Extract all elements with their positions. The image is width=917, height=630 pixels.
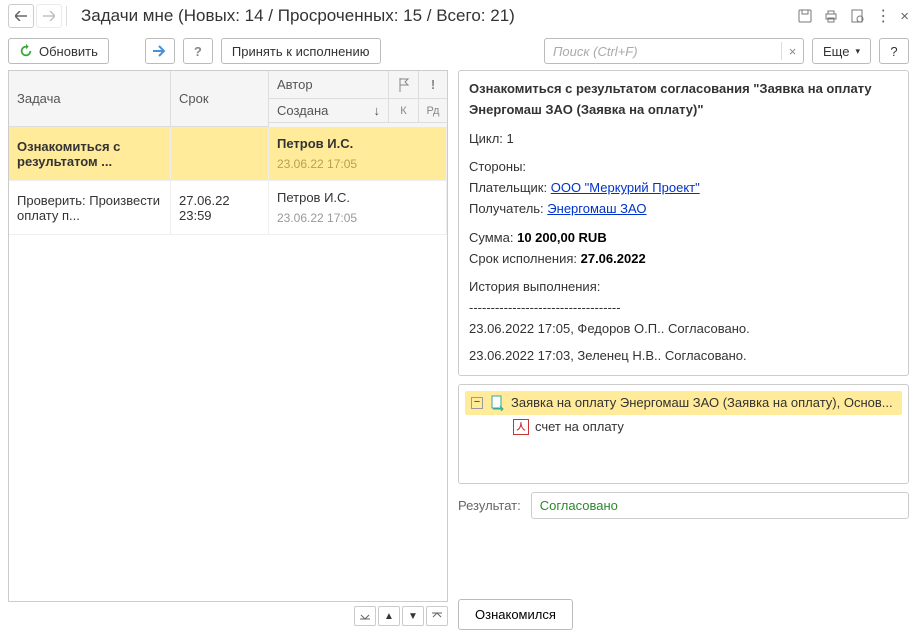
more-label: Еще xyxy=(823,44,849,59)
sum-label: Сумма: xyxy=(469,230,513,245)
result-label: Результат: xyxy=(458,498,521,513)
tree-root-row[interactable]: − Заявка на оплату Энергомаш ЗАО (Заявка… xyxy=(465,391,902,415)
due-value: 27.06.2022 xyxy=(581,251,646,266)
recipient-link[interactable]: Энергомаш ЗАО xyxy=(547,201,646,216)
recipient-label: Получатель: xyxy=(469,201,544,216)
search-input[interactable] xyxy=(549,44,781,59)
sum-value: 10 200,00 RUB xyxy=(517,230,607,245)
tree-child-row[interactable]: 人 счет на оплату xyxy=(465,415,902,439)
acknowledge-button[interactable]: Ознакомился xyxy=(458,599,573,630)
col-created-header[interactable]: Создана ↓ xyxy=(269,99,389,123)
close-icon[interactable]: × xyxy=(900,8,909,25)
back-button[interactable] xyxy=(8,4,34,28)
table-down-button[interactable]: ▼ xyxy=(402,606,424,626)
created-cell: 23.06.22 17:05 xyxy=(277,157,438,171)
author-cell: Петров И.С. xyxy=(277,190,438,205)
exclamation-icon: ! xyxy=(431,77,435,92)
col-rd-header[interactable]: Рд xyxy=(419,99,447,123)
task-table-body: Ознакомиться с результатом ... Петров И.… xyxy=(9,127,447,601)
col-importance-header[interactable]: ! xyxy=(419,71,447,99)
col-flag-header[interactable] xyxy=(389,71,419,99)
result-value: Согласовано xyxy=(531,492,909,519)
acknowledge-label: Ознакомился xyxy=(475,607,556,622)
cycle-label: Цикл: xyxy=(469,131,503,146)
table-row[interactable]: Ознакомиться с результатом ... Петров И.… xyxy=(9,127,447,181)
page-title: Задачи мне (Новых: 14 / Просроченных: 15… xyxy=(81,6,515,26)
kebab-menu-icon[interactable]: ⋮ xyxy=(875,6,890,26)
cycle-value: 1 xyxy=(507,131,514,146)
forward-button[interactable] xyxy=(36,4,62,28)
task-table: Задача Срок Автор ! xyxy=(8,70,448,602)
history-entry: 23.06.2022 17:05, Федоров О.П.. Согласов… xyxy=(469,319,898,340)
accept-label: Принять к исполнению xyxy=(232,44,370,59)
parties-label: Стороны: xyxy=(469,157,898,178)
chevron-down-icon: ▾ xyxy=(855,46,860,57)
history-entry: 23.06.2022 17:03, Зеленец Н.В.. Согласов… xyxy=(469,346,898,367)
report-icon[interactable] xyxy=(849,8,865,24)
author-cell: Петров И.С. xyxy=(277,136,438,151)
forward-task-button[interactable] xyxy=(145,38,175,64)
refresh-label: Обновить xyxy=(39,44,98,59)
created-cell: 23.06.22 17:05 xyxy=(277,211,438,225)
search-clear-button[interactable]: × xyxy=(781,42,799,60)
refresh-button[interactable]: Обновить xyxy=(8,38,109,64)
table-row[interactable]: Проверить: Произвести оплату п... 27.06.… xyxy=(9,181,447,235)
nav-separator xyxy=(66,6,67,26)
tree-root-label: Заявка на оплату Энергомаш ЗАО (Заявка н… xyxy=(511,395,893,410)
print-icon[interactable] xyxy=(823,8,839,24)
col-k-header[interactable]: К xyxy=(389,99,419,123)
history-label: История выполнения: xyxy=(469,277,898,298)
accept-button[interactable]: Принять к исполнению xyxy=(221,38,381,64)
col-task-header[interactable]: Задача xyxy=(9,71,171,127)
question-button[interactable]: ? xyxy=(183,38,213,64)
payer-link[interactable]: ООО "Меркурий Проект" xyxy=(551,180,700,195)
date-cell xyxy=(171,127,269,180)
detail-title: Ознакомиться с результатом согласования … xyxy=(469,79,898,121)
tree-collapse-button[interactable]: − xyxy=(471,397,483,409)
payer-label: Плательщик: xyxy=(469,180,547,195)
more-button[interactable]: Еще ▾ xyxy=(812,38,871,64)
history-separator: ----------------------------------- xyxy=(469,298,898,319)
help-button[interactable]: ? xyxy=(879,38,909,64)
sort-asc-icon: ↓ xyxy=(374,103,381,118)
table-up-button[interactable]: ▲ xyxy=(378,606,400,626)
document-arrow-icon xyxy=(489,395,505,411)
help-label: ? xyxy=(890,44,897,59)
pdf-icon: 人 xyxy=(513,419,529,435)
flag-icon xyxy=(398,78,410,92)
task-detail-panel: Ознакомиться с результатом согласования … xyxy=(458,70,909,376)
refresh-icon xyxy=(19,44,33,58)
save-icon[interactable] xyxy=(797,8,813,24)
table-last-button[interactable] xyxy=(426,606,448,626)
col-date-header[interactable]: Срок xyxy=(171,71,269,127)
attachments-tree: − Заявка на оплату Энергомаш ЗАО (Заявка… xyxy=(458,384,909,484)
col-author-header[interactable]: Автор xyxy=(269,71,389,99)
table-first-button[interactable] xyxy=(354,606,376,626)
search-box[interactable]: × xyxy=(544,38,804,64)
tree-child-label: счет на оплату xyxy=(535,419,624,434)
question-icon: ? xyxy=(194,44,202,59)
task-cell: Ознакомиться с результатом ... xyxy=(9,127,171,180)
due-label: Срок исполнения: xyxy=(469,251,577,266)
task-cell: Проверить: Произвести оплату п... xyxy=(9,181,171,234)
date-cell: 27.06.22 23:59 xyxy=(171,181,269,234)
